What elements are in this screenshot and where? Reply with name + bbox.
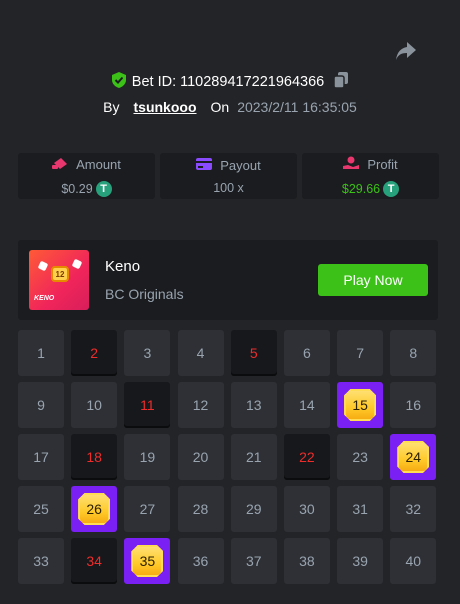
keno-cell[interactable]: 16 <box>390 382 437 428</box>
profit-icon <box>343 156 360 173</box>
keno-cell[interactable]: 28 <box>177 486 224 532</box>
keno-cell[interactable]: 13 <box>230 382 277 428</box>
keno-cell[interactable]: 37 <box>230 538 277 584</box>
keno-cell[interactable]: 36 <box>177 538 224 584</box>
dice-icon <box>37 260 49 272</box>
keno-cell[interactable]: 12 <box>177 382 224 428</box>
stat-profit: Profit $29.66 T <box>302 153 439 199</box>
keno-cell[interactable]: 19 <box>124 434 171 480</box>
stat-value: 100 x <box>213 180 244 195</box>
stat-label: Profit <box>367 156 398 172</box>
game-name[interactable]: Keno <box>105 258 140 275</box>
keno-cell[interactable]: 32 <box>390 486 437 532</box>
keno-cell[interactable]: 7 <box>337 330 384 376</box>
bet-id-row: Bet ID: 110289417221964366 <box>0 72 460 92</box>
keno-cell[interactable]: 3 <box>124 330 171 376</box>
keno-thumbnail[interactable]: 12 KENO <box>29 250 89 310</box>
hit-gem: 24 <box>397 441 430 473</box>
stat-value: $0.29 <box>61 181 93 196</box>
keno-cell[interactable]: 22 <box>283 434 330 480</box>
keno-cell[interactable]: 9 <box>18 382 64 428</box>
keno-cell[interactable]: 1 <box>18 330 64 376</box>
payout-icon <box>196 157 213 173</box>
thumb-text: KENO <box>34 295 55 302</box>
keno-cell[interactable]: 31 <box>337 486 384 532</box>
keno-cell[interactable]: 23 <box>337 434 384 480</box>
share-icon[interactable] <box>394 40 418 62</box>
keno-cell[interactable]: 40 <box>390 538 437 584</box>
stat-label: Amount <box>76 156 121 172</box>
keno-cell[interactable]: 5 <box>230 330 277 376</box>
keno-cell[interactable]: 8 <box>390 330 437 376</box>
game-subtitle: BC Originals <box>105 286 184 302</box>
keno-cell[interactable]: 26 <box>71 486 118 532</box>
on-label: On <box>210 99 230 115</box>
thumb-number: 12 <box>51 266 69 282</box>
bet-stats: Amount $0.29 T Payout 100 x Profit $29.6… <box>18 153 439 199</box>
keno-cell[interactable]: 4 <box>177 330 224 376</box>
keno-cell[interactable]: 35 <box>124 538 171 584</box>
keno-cell[interactable]: 25 <box>18 486 64 532</box>
keno-cell[interactable]: 24 <box>390 434 437 480</box>
tether-icon: T <box>95 180 112 197</box>
stat-payout: Payout 100 x <box>160 153 297 199</box>
verified-shield-icon <box>111 72 126 92</box>
keno-cell[interactable]: 29 <box>230 486 277 532</box>
stat-label: Payout <box>220 157 261 173</box>
game-card: 12 KENO Keno BC Originals Play Now <box>18 240 438 320</box>
keno-cell[interactable]: 33 <box>18 538 64 584</box>
hit-gem: 35 <box>131 545 164 577</box>
tether-icon: T <box>383 180 400 197</box>
keno-cell[interactable]: 18 <box>71 434 118 480</box>
keno-cell[interactable]: 14 <box>283 382 330 428</box>
keno-cell[interactable]: 38 <box>283 538 330 584</box>
username-link[interactable]: tsunkooo <box>134 99 197 115</box>
keno-cell[interactable]: 34 <box>71 538 118 584</box>
keno-cell[interactable]: 27 <box>124 486 171 532</box>
copy-icon[interactable] <box>333 72 349 92</box>
dice-icon <box>71 258 83 270</box>
stat-amount: Amount $0.29 T <box>18 153 155 199</box>
keno-cell[interactable]: 15 <box>337 382 384 428</box>
keno-cell[interactable]: 39 <box>337 538 384 584</box>
amount-icon <box>52 156 68 173</box>
keno-cell[interactable]: 20 <box>177 434 224 480</box>
play-now-button[interactable]: Play Now <box>318 264 428 296</box>
keno-cell[interactable]: 11 <box>124 382 171 428</box>
by-label: By <box>103 99 120 115</box>
keno-cell[interactable]: 2 <box>71 330 118 376</box>
bet-author-row: By tsunkooo On 2023/2/11 16:35:05 <box>0 99 460 115</box>
keno-cell[interactable]: 6 <box>283 330 330 376</box>
stat-value: $29.66 <box>341 181 381 196</box>
keno-cell[interactable]: 21 <box>230 434 277 480</box>
keno-board: 1 2 3 4 5 6 7 8 9 10 11 12 13 14 15 16 17 18 19 20 21 22 23 24 2… <box>18 330 439 584</box>
keno-cell[interactable]: 17 <box>18 434 64 480</box>
hit-gem: 15 <box>344 389 377 421</box>
bet-id: Bet ID: 110289417221964366 <box>131 74 325 90</box>
keno-cell[interactable]: 10 <box>71 382 118 428</box>
hit-gem: 26 <box>78 493 111 525</box>
keno-cell[interactable]: 30 <box>283 486 330 532</box>
bet-timestamp: 2023/2/11 16:35:05 <box>237 99 357 115</box>
